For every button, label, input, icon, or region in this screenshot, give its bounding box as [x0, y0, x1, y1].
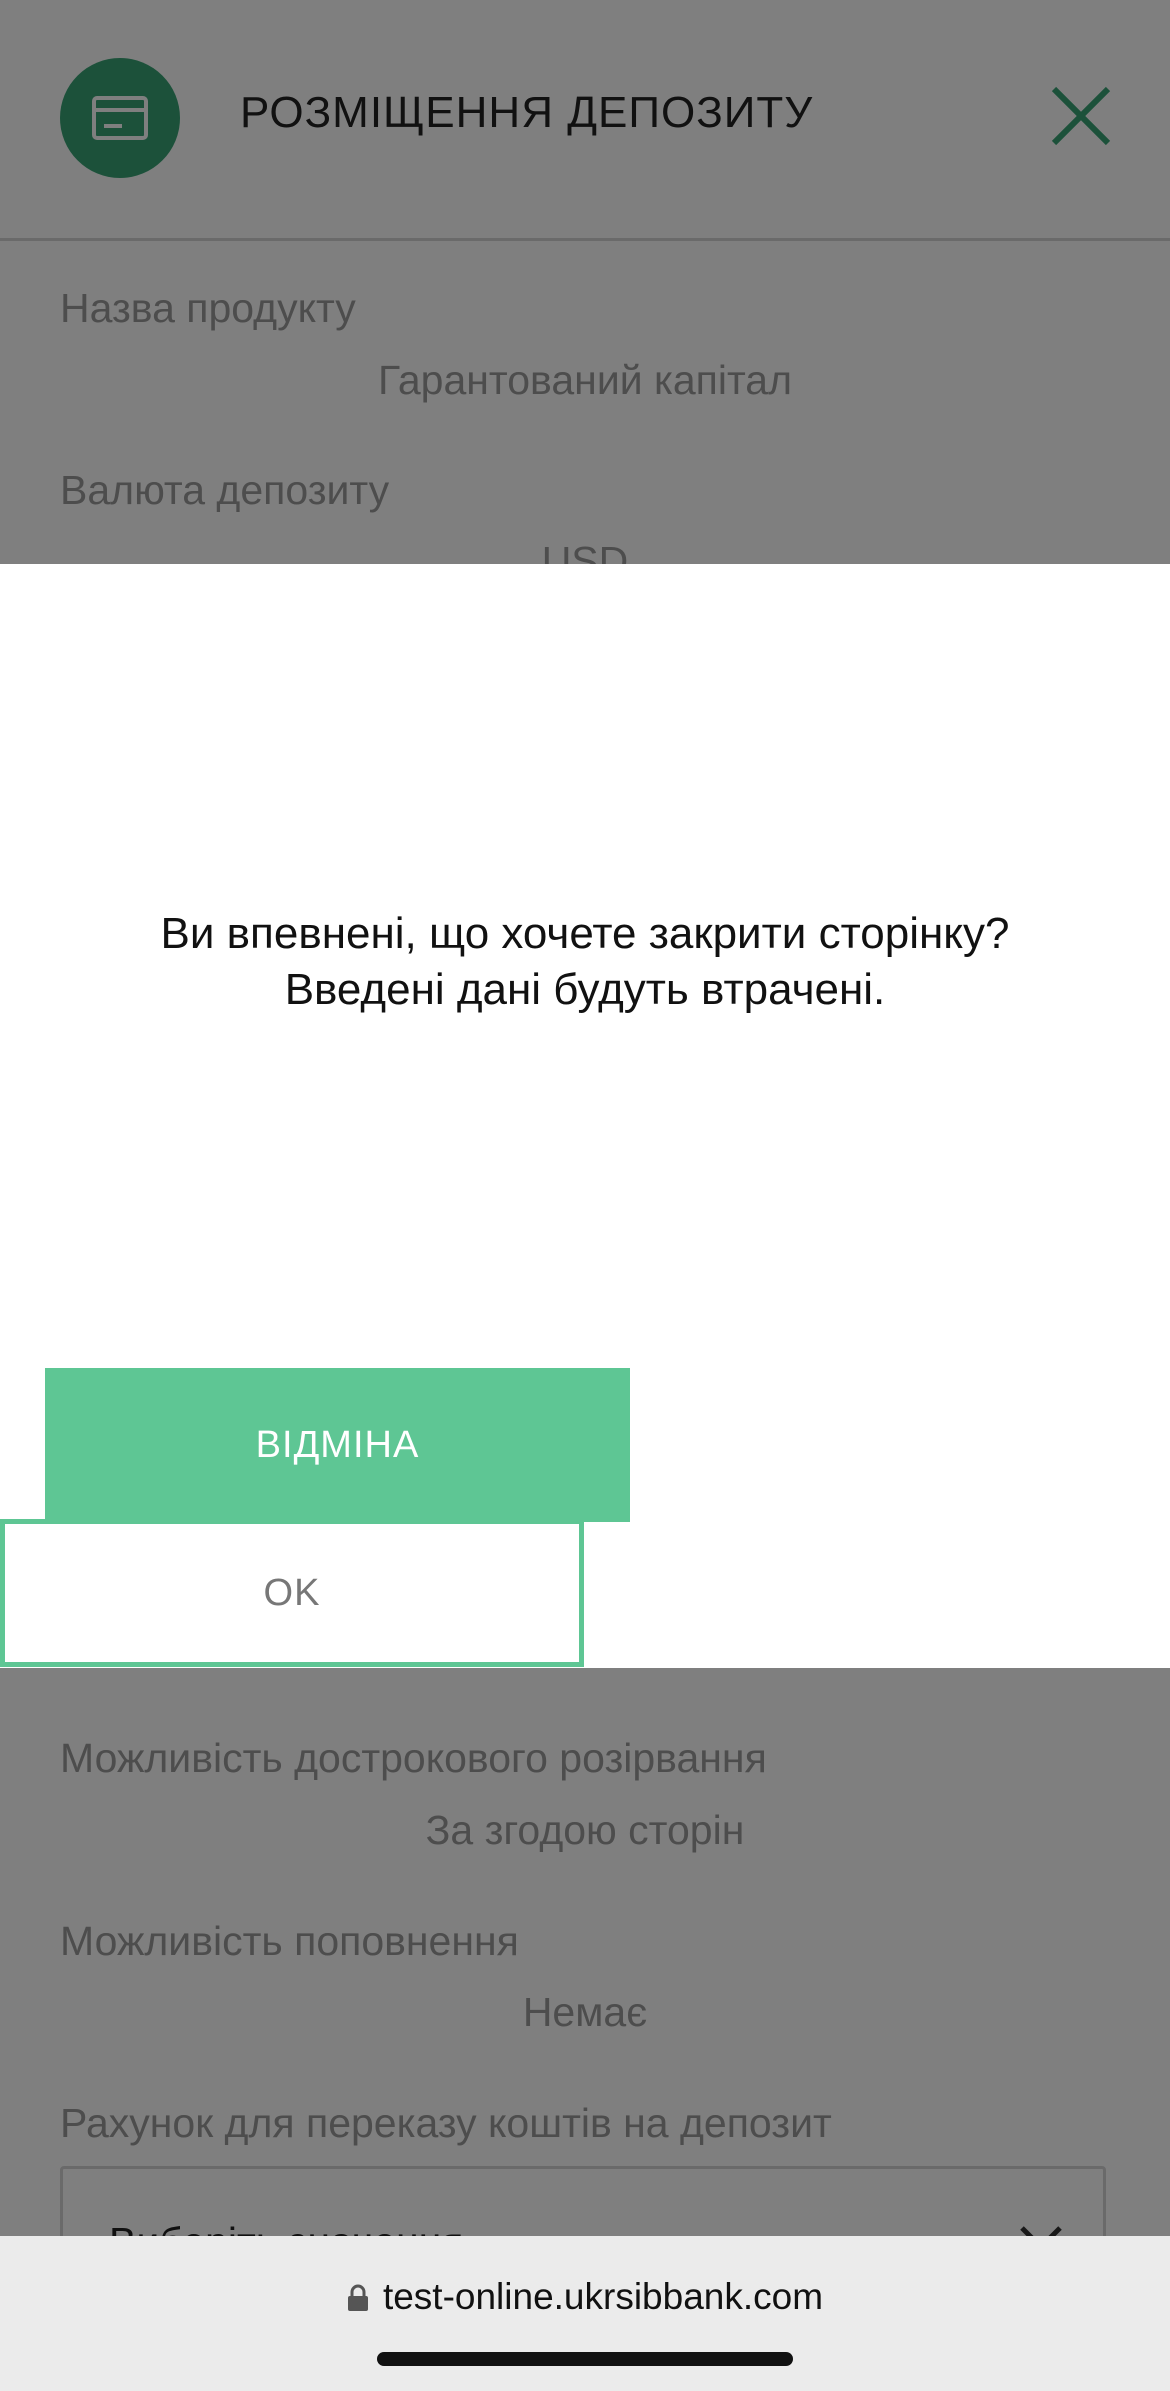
dialog-message: Ви впевнені, що хочете закрити сторінку?…: [0, 906, 1170, 1018]
dialog-message-line1: Ви впевнені, що хочете закрити сторінку?: [160, 909, 1010, 958]
confirm-dialog: Ви впевнені, що хочете закрити сторінку?…: [0, 564, 1170, 1668]
browser-address-bar[interactable]: test-online.ukrsibbank.com: [0, 2236, 1170, 2391]
ok-button[interactable]: OK: [0, 1519, 584, 1667]
url-display[interactable]: test-online.ukrsibbank.com: [0, 2276, 1170, 2318]
home-indicator: [377, 2352, 793, 2366]
lock-icon: [347, 2284, 368, 2311]
cancel-button[interactable]: ВІДМІНА: [45, 1368, 630, 1522]
dialog-message-line2: Введені дані будуть втрачені.: [284, 965, 886, 1014]
url-text: test-online.ukrsibbank.com: [382, 2276, 824, 2317]
